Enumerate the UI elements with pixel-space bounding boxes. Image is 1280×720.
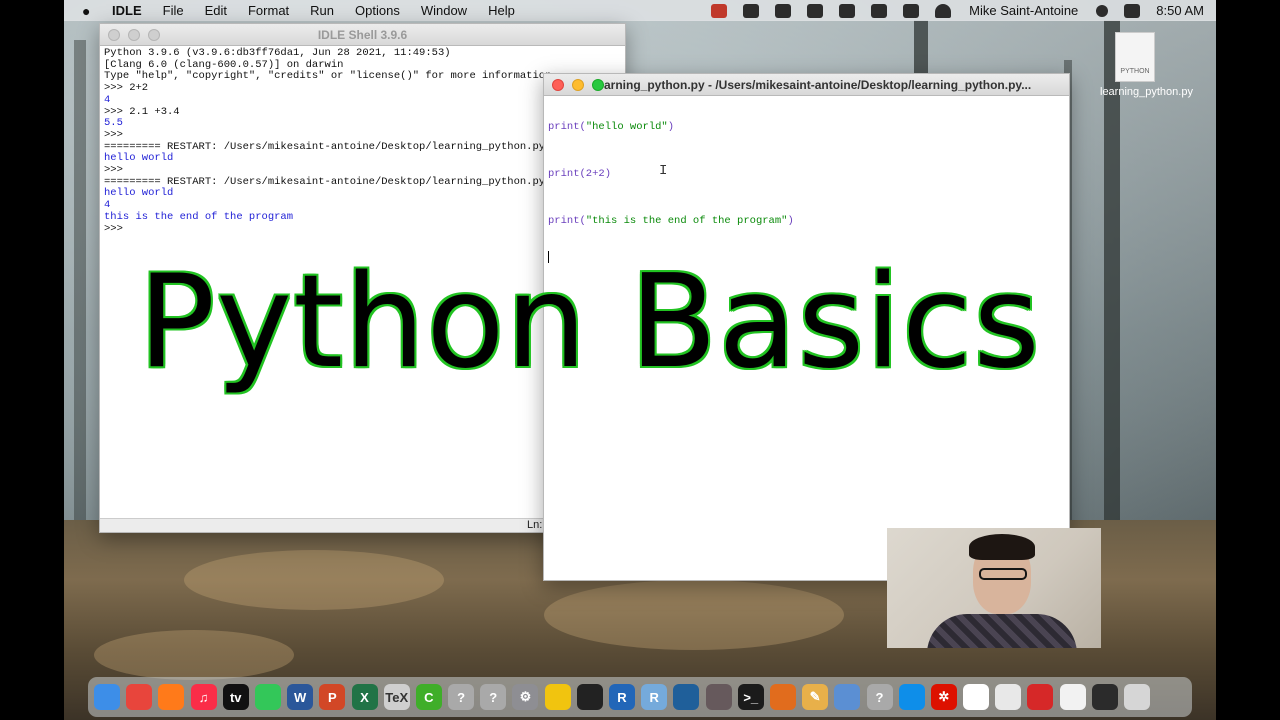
shell-title: IDLE Shell 3.9.6 bbox=[317, 27, 408, 42]
close-button[interactable] bbox=[108, 29, 120, 41]
menu-file[interactable]: File bbox=[163, 3, 184, 18]
apple-menu-icon[interactable]: ● bbox=[82, 3, 100, 19]
menu-bar: ● IDLE File Edit Format Run Options Wind… bbox=[64, 0, 1216, 21]
code-builtin: print( bbox=[548, 215, 586, 227]
wifi-icon[interactable] bbox=[935, 3, 952, 18]
ibeam-cursor-icon: I bbox=[659, 163, 668, 179]
system-preferences-icon[interactable]: ⚙ bbox=[512, 684, 539, 710]
code-string: "this is the end of the program" bbox=[585, 215, 788, 227]
menu-app-name[interactable]: IDLE bbox=[112, 3, 142, 18]
code-line: print("this is the end of the program") bbox=[548, 215, 1065, 239]
close-button[interactable] bbox=[552, 79, 564, 91]
desktop: ● IDLE File Edit Format Run Options Wind… bbox=[64, 0, 1216, 720]
r-icon[interactable]: R bbox=[609, 684, 635, 710]
desktop-file[interactable]: PYTHON learning_python.py bbox=[1100, 32, 1193, 98]
code-line: print("hello world") bbox=[548, 122, 1065, 145]
texmaker-icon[interactable]: TeX bbox=[383, 684, 410, 710]
menu-edit[interactable]: Edit bbox=[205, 3, 227, 18]
shell-line: Python 3.9.6 (v3.9.6:db3ff76da1, Jun 28 … bbox=[104, 47, 451, 59]
mysql-workbench-icon[interactable] bbox=[673, 684, 700, 710]
python-file-icon: PYTHON bbox=[1115, 32, 1155, 82]
editor-titlebar[interactable]: learning_python.py - /Users/mikesaint-an… bbox=[544, 74, 1069, 96]
code-line: print(2+2) bbox=[548, 168, 1065, 192]
creative-cloud-icon[interactable] bbox=[743, 3, 760, 18]
music-icon[interactable]: ♫ bbox=[190, 684, 217, 710]
code-builtin: print( bbox=[548, 121, 586, 134]
wallpaper-tree bbox=[1104, 20, 1120, 540]
finder-icon[interactable] bbox=[94, 684, 120, 710]
window-thumbnail-icon[interactable] bbox=[1091, 684, 1118, 710]
desktop-file-name: learning_python.py bbox=[1100, 86, 1193, 98]
unknown-app-icon[interactable]: ? bbox=[480, 684, 507, 710]
rhino-icon[interactable] bbox=[544, 684, 571, 710]
powerpoint-icon[interactable]: P bbox=[319, 684, 346, 710]
ink-app-icon[interactable] bbox=[1027, 684, 1054, 710]
minimize-button[interactable] bbox=[572, 79, 584, 91]
matlab-icon[interactable] bbox=[769, 684, 796, 710]
unknown-app-icon[interactable]: ? bbox=[448, 684, 475, 710]
status-menus: Mike Saint-Antoine 8:50 AM bbox=[695, 0, 1216, 21]
battery-icon[interactable] bbox=[903, 3, 920, 18]
chrome-icon[interactable] bbox=[126, 684, 153, 710]
webcam-overlay bbox=[887, 528, 1101, 648]
menu-run[interactable]: Run bbox=[310, 3, 334, 18]
firefox-icon[interactable] bbox=[158, 684, 185, 710]
menu-help[interactable]: Help bbox=[488, 3, 515, 18]
record-icon[interactable] bbox=[711, 3, 728, 18]
line-number-label: Ln: bbox=[527, 519, 543, 531]
file-icon-label: PYTHON bbox=[1120, 68, 1150, 75]
control-center-icon[interactable] bbox=[1124, 3, 1141, 18]
editor-title: learning_python.py - /Users/mikesaint-an… bbox=[594, 77, 1032, 92]
user-name[interactable]: Mike Saint-Antoine bbox=[969, 3, 1078, 18]
messages-icon[interactable] bbox=[254, 684, 281, 710]
display-icon[interactable] bbox=[839, 3, 856, 18]
camera-icon[interactable] bbox=[775, 3, 792, 18]
shell-titlebar[interactable]: IDLE Shell 3.9.6 bbox=[100, 24, 625, 46]
zoom-button[interactable] bbox=[592, 79, 604, 91]
menu-options[interactable]: Options bbox=[355, 3, 400, 18]
word-icon[interactable]: W bbox=[287, 684, 314, 710]
menu-window[interactable]: Window bbox=[421, 3, 467, 18]
python-launcher-icon[interactable] bbox=[995, 684, 1022, 710]
wolfram-icon[interactable]: ✲ bbox=[930, 684, 957, 710]
document-icon[interactable] bbox=[1059, 684, 1086, 710]
atom-icon[interactable] bbox=[705, 684, 732, 710]
excel-icon[interactable]: X bbox=[351, 684, 378, 710]
preview-icon[interactable] bbox=[834, 684, 861, 710]
code-builtin: print(2+2) bbox=[548, 168, 612, 181]
camtasia-icon[interactable]: C bbox=[415, 684, 442, 710]
code-paren: ) bbox=[667, 121, 675, 134]
teamviewer-icon[interactable] bbox=[898, 684, 925, 710]
trash-icon[interactable] bbox=[1124, 684, 1150, 710]
minimize-button[interactable] bbox=[128, 29, 140, 41]
wallpaper-tree bbox=[74, 40, 86, 520]
code-paren: ) bbox=[787, 215, 794, 227]
zoom-button[interactable] bbox=[148, 29, 160, 41]
time-machine-icon[interactable] bbox=[871, 3, 888, 18]
vpn-icon[interactable] bbox=[807, 3, 824, 18]
inkscape-icon[interactable] bbox=[576, 684, 603, 710]
dock: ♫ tv W P X TeX C?? ⚙ R R >_ ✎? ✲ bbox=[88, 677, 1192, 717]
search-icon[interactable] bbox=[1096, 4, 1109, 17]
apple-tv-icon[interactable]: tv bbox=[222, 684, 249, 710]
menu-format[interactable]: Format bbox=[248, 3, 289, 18]
pencil-icon[interactable]: ✎ bbox=[802, 684, 829, 710]
slack-icon[interactable] bbox=[963, 684, 990, 710]
rstudio-icon[interactable]: R bbox=[641, 684, 668, 710]
code-string: "hello world" bbox=[585, 121, 668, 134]
terminal-icon[interactable]: >_ bbox=[737, 684, 764, 710]
clock[interactable]: 8:50 AM bbox=[1156, 3, 1204, 18]
unknown-app-icon[interactable]: ? bbox=[866, 684, 893, 710]
overlay-title: Python Basics bbox=[138, 248, 1041, 397]
